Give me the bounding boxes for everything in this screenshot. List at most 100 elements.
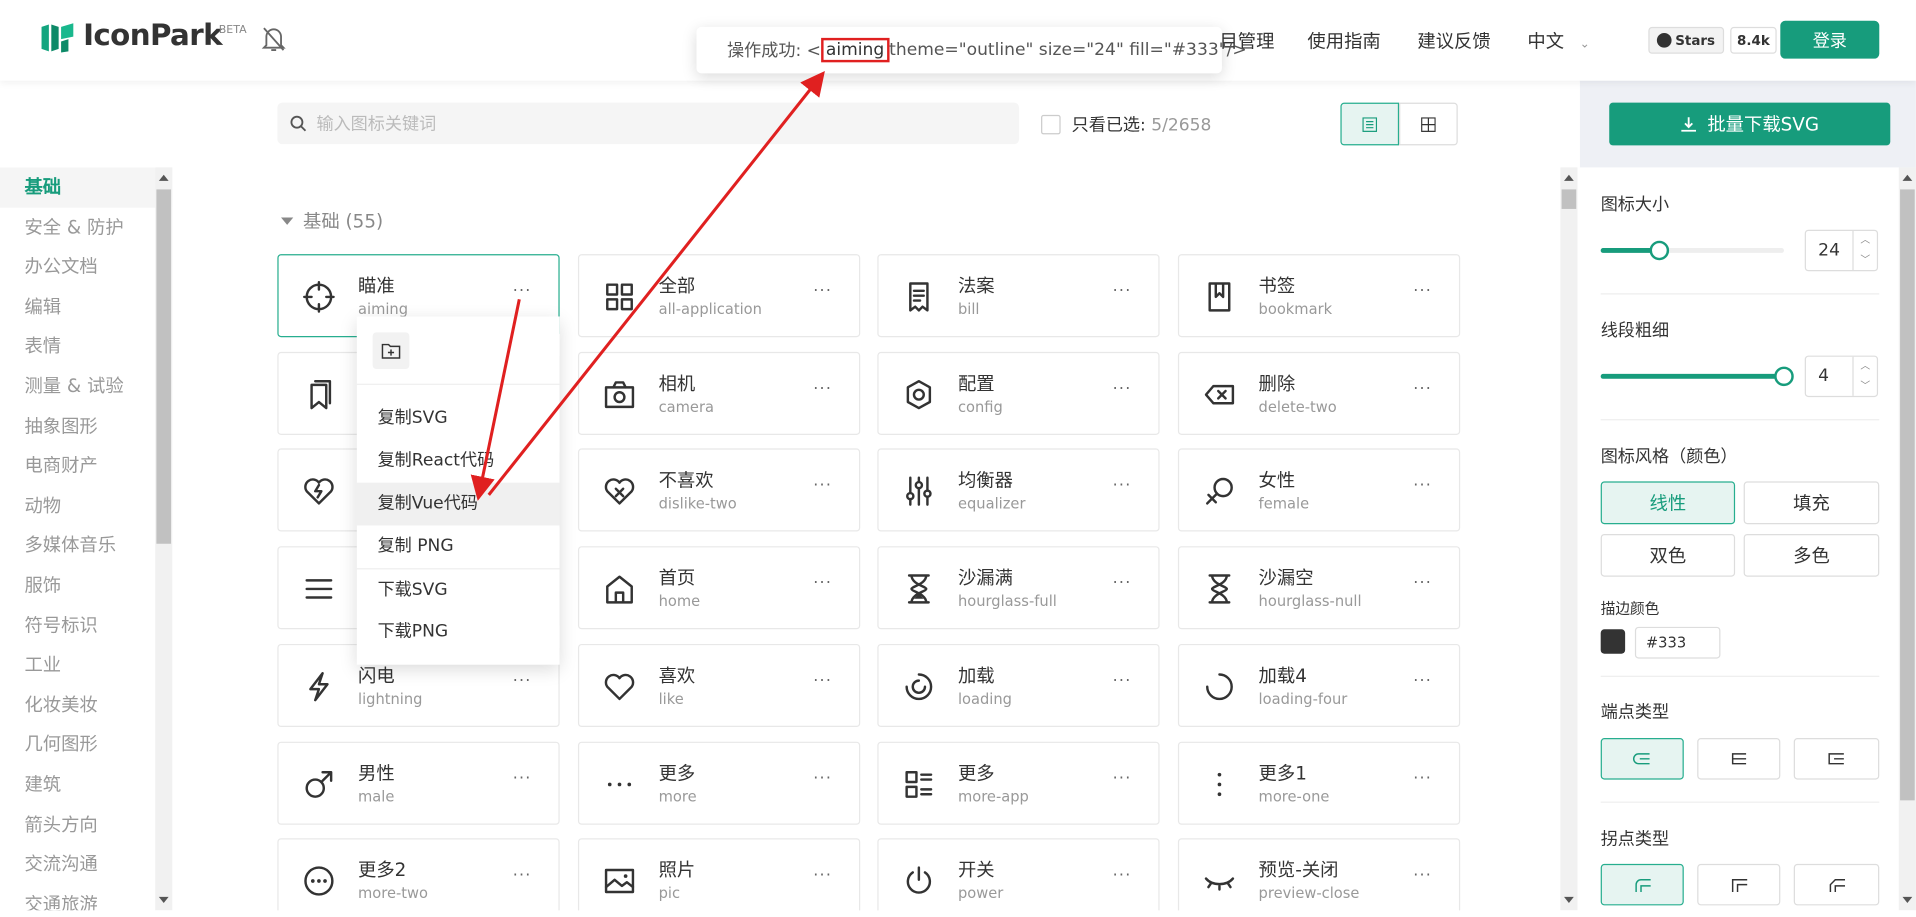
bulk-download-button[interactable]: 批量下载SVG bbox=[1609, 102, 1891, 146]
search-box[interactable]: 输入图标关键词 bbox=[277, 102, 1020, 145]
sidebar-item[interactable]: 建筑 bbox=[0, 765, 172, 805]
cap-square-button[interactable] bbox=[1793, 738, 1880, 780]
sidebar-item[interactable]: 表情 bbox=[0, 327, 172, 367]
sidebar-item[interactable]: 服饰 bbox=[0, 566, 172, 606]
sidebar-item[interactable]: 抽象图形 bbox=[0, 406, 172, 446]
icon-card-config[interactable]: 配置 config ··· bbox=[877, 351, 1160, 435]
sidebar-item[interactable]: 几何图形 bbox=[0, 725, 172, 765]
icon-card-home[interactable]: 首页 home ··· bbox=[577, 546, 861, 630]
language-select[interactable]: 中文 ⌄ bbox=[1527, 28, 1590, 54]
icon-card-loading[interactable]: 加载 loading ··· bbox=[877, 643, 1160, 728]
copy-react-menu-item[interactable]: 复制React代码 bbox=[357, 440, 560, 483]
size-input[interactable]: 24 ︿ ﹀ bbox=[1804, 229, 1879, 272]
icon-card-male[interactable]: 男性 male ··· bbox=[277, 741, 560, 825]
more-options-button[interactable]: ··· bbox=[1413, 770, 1432, 788]
download-png-menu-item[interactable]: 下载PNG bbox=[357, 611, 560, 654]
icon-card-more-app[interactable]: 更多 more-app ··· bbox=[877, 741, 1160, 825]
join-round-button[interactable] bbox=[1600, 863, 1684, 906]
more-options-button[interactable]: ··· bbox=[813, 866, 832, 884]
copy-vue-menu-item[interactable]: 复制Vue代码 bbox=[356, 482, 560, 526]
icon-card-camera[interactable]: 相机 camera ··· bbox=[577, 351, 861, 435]
cap-round-button[interactable] bbox=[1600, 738, 1684, 780]
nav-guide[interactable]: 使用指南 bbox=[1307, 28, 1380, 54]
more-options-button[interactable]: ··· bbox=[1113, 672, 1132, 690]
more-options-button[interactable]: ··· bbox=[813, 574, 832, 592]
icon-card-hourglass-full[interactable]: 沙漏满 hourglass-full ··· bbox=[877, 546, 1160, 630]
size-slider-knob[interactable] bbox=[1649, 240, 1670, 261]
icon-card-more[interactable]: 更多 more ··· bbox=[577, 741, 861, 825]
sidebar-item[interactable]: 工业 bbox=[0, 645, 172, 685]
panel-scrollbar[interactable] bbox=[1898, 167, 1916, 911]
copy-svg-menu-item[interactable]: 复制SVG bbox=[357, 397, 560, 440]
join-miter-button[interactable] bbox=[1697, 863, 1781, 906]
more-options-button[interactable]: ··· bbox=[1413, 672, 1432, 690]
more-options-button[interactable]: ··· bbox=[1113, 477, 1132, 495]
more-options-button[interactable]: ··· bbox=[1413, 282, 1432, 300]
stroke-slider[interactable] bbox=[1600, 366, 1794, 387]
more-options-button[interactable]: ··· bbox=[1413, 574, 1432, 592]
more-options-button[interactable]: ··· bbox=[513, 770, 532, 788]
grid-view-button[interactable] bbox=[1399, 102, 1458, 146]
icon-card-more-one[interactable]: 更多1 more-one ··· bbox=[1177, 741, 1461, 825]
style-multi-color-button[interactable]: 多色 bbox=[1743, 533, 1880, 577]
sidebar-item[interactable]: 动物 bbox=[0, 486, 172, 526]
sidebar-item[interactable]: 符号标识 bbox=[0, 605, 172, 645]
more-options-button[interactable]: ··· bbox=[513, 672, 532, 690]
icon-card-bookmark[interactable]: 书签 bookmark ··· bbox=[1177, 254, 1461, 338]
sidebar-item[interactable]: 交通旅游 bbox=[0, 884, 172, 910]
icon-card-all-application[interactable]: 全部 all-application ··· bbox=[577, 254, 861, 338]
cap-butt-button[interactable] bbox=[1697, 738, 1781, 780]
logo-text[interactable]: IconPark bbox=[83, 18, 223, 52]
icon-card-preview-close[interactable]: 预览-关闭 preview-close ··· bbox=[1177, 838, 1461, 911]
icon-card-hourglass-null[interactable]: 沙漏空 hourglass-null ··· bbox=[1177, 546, 1461, 630]
join-bevel-button[interactable] bbox=[1793, 863, 1880, 906]
sidebar-item[interactable]: 基础 bbox=[0, 167, 173, 208]
list-view-button[interactable] bbox=[1340, 102, 1400, 146]
sidebar-item[interactable]: 电商财产 bbox=[0, 446, 172, 486]
more-options-button[interactable]: ··· bbox=[813, 672, 832, 690]
more-options-button[interactable]: ··· bbox=[1413, 380, 1432, 398]
stroke-color-swatch[interactable] bbox=[1600, 629, 1626, 654]
only-selected-checkbox[interactable] bbox=[1041, 114, 1061, 135]
size-stepper[interactable]: ︿ ﹀ bbox=[1852, 230, 1876, 271]
more-options-button[interactable]: ··· bbox=[813, 477, 832, 495]
icon-card-pic[interactable]: 照片 pic ··· bbox=[577, 838, 861, 911]
nav-feedback[interactable]: 建议反馈 bbox=[1417, 28, 1490, 54]
sidebar-item[interactable]: 箭头方向 bbox=[0, 805, 172, 845]
icon-card-dislike-two[interactable]: 不喜欢 dislike-two ··· bbox=[577, 448, 861, 532]
sidebar-item[interactable]: 化妆美妆 bbox=[0, 685, 172, 725]
more-options-button[interactable]: ··· bbox=[1413, 866, 1432, 884]
sidebar-item[interactable]: 测量 & 试验 bbox=[0, 367, 172, 407]
more-options-button[interactable]: ··· bbox=[1113, 282, 1132, 300]
more-options-button[interactable]: ··· bbox=[813, 770, 832, 788]
sidebar-item[interactable]: 办公文档 bbox=[0, 247, 172, 287]
icon-card-like[interactable]: 喜欢 like ··· bbox=[577, 643, 861, 728]
more-options-button[interactable]: ··· bbox=[1113, 866, 1132, 884]
style-outline-button[interactable]: 线性 bbox=[1600, 481, 1736, 525]
content-scrollbar[interactable] bbox=[1560, 167, 1578, 911]
stroke-slider-knob[interactable] bbox=[1774, 366, 1794, 387]
github-stars[interactable]: Stars 8.4k bbox=[1648, 26, 1778, 54]
search-input[interactable]: 输入图标关键词 bbox=[316, 111, 436, 135]
icon-card-more-two[interactable]: 更多2 more-two ··· bbox=[277, 838, 560, 911]
icon-card-loading-four[interactable]: 加载4 loading-four ··· bbox=[1177, 643, 1461, 728]
copy-png-menu-item[interactable]: 复制 PNG bbox=[357, 525, 560, 568]
iconpark-logo-icon[interactable] bbox=[39, 22, 76, 54]
style-filled-button[interactable]: 填充 bbox=[1743, 481, 1880, 525]
sidebar-item[interactable]: 多媒体音乐 bbox=[0, 526, 172, 566]
section-header[interactable]: 基础 (55) bbox=[281, 208, 383, 234]
more-options-button[interactable]: ··· bbox=[1113, 770, 1132, 788]
bell-off-icon[interactable] bbox=[261, 26, 286, 53]
more-options-button[interactable]: ··· bbox=[513, 866, 532, 884]
more-options-button[interactable]: ··· bbox=[1113, 574, 1132, 592]
download-svg-menu-item[interactable]: 下载SVG bbox=[356, 568, 560, 611]
add-to-collection-button[interactable] bbox=[372, 332, 410, 370]
more-options-button[interactable]: ··· bbox=[813, 282, 832, 300]
more-options-button[interactable]: ··· bbox=[513, 282, 532, 300]
sidebar-item[interactable]: 安全 & 防护 bbox=[0, 207, 172, 247]
stroke-stepper[interactable]: ︿ ﹀ bbox=[1852, 356, 1876, 396]
sidebar-item[interactable]: 交流沟通 bbox=[0, 844, 172, 884]
size-slider[interactable] bbox=[1600, 240, 1784, 261]
sidebar-scrollbar[interactable] bbox=[155, 167, 173, 911]
login-button[interactable]: 登录 bbox=[1780, 20, 1880, 59]
